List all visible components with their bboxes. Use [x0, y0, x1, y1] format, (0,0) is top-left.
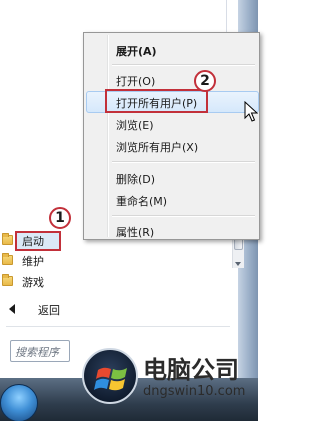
- folder-icon: [2, 274, 13, 286]
- menu-item-label: 删除(D): [116, 173, 156, 186]
- list-item-maintenance[interactable]: 维护: [0, 250, 230, 270]
- menu-item-properties[interactable]: 属性(R): [86, 220, 259, 242]
- back-label: 返回: [38, 304, 60, 317]
- menu-separator: [112, 161, 255, 162]
- menu-item-explore[interactable]: 浏览(E): [86, 113, 259, 135]
- list-item-games[interactable]: 游戏: [0, 271, 230, 291]
- menu-item-label: 浏览(E): [116, 119, 154, 132]
- watermark-title: 电脑公司: [143, 356, 239, 384]
- menu-separator: [112, 64, 255, 65]
- list-item-label: 启动: [22, 235, 44, 248]
- menu-separator: [112, 215, 255, 216]
- watermark-url: dngswin10.com: [143, 384, 246, 399]
- context-menu: 展开(A) 打开(O) 打开所有用户(P) 浏览(E) 浏览所有用户(X) 删除…: [83, 32, 260, 240]
- menu-item-rename[interactable]: 重命名(M): [86, 189, 259, 211]
- step-badge-1: 1: [49, 207, 71, 229]
- menu-item-label: 打开(O): [116, 75, 156, 88]
- scroll-down-arrow-icon[interactable]: [235, 262, 241, 266]
- folder-icon: [2, 233, 13, 245]
- menu-item-open[interactable]: 打开(O): [86, 69, 259, 91]
- windows-start-orb-icon[interactable]: [0, 384, 38, 421]
- menu-item-label: 展开(A): [116, 45, 157, 58]
- menu-item-label: 浏览所有用户(X): [116, 141, 199, 154]
- step-badge-2: 2: [194, 70, 216, 92]
- menu-item-explore-all-users[interactable]: 浏览所有用户(X): [86, 135, 259, 157]
- menu-item-expand[interactable]: 展开(A): [86, 39, 259, 61]
- search-input[interactable]: 搜索程序: [10, 340, 70, 362]
- windows-flag-logo: [82, 348, 138, 404]
- menu-item-label: 重命名(M): [116, 195, 168, 208]
- divider: [6, 326, 230, 327]
- folder-icon: [2, 253, 13, 265]
- list-item-label: 游戏: [22, 276, 44, 289]
- back-button[interactable]: 返回: [0, 298, 230, 320]
- list-item-label: 维护: [22, 255, 44, 268]
- menu-item-delete[interactable]: 删除(D): [86, 167, 259, 189]
- back-arrow-icon: [9, 304, 15, 314]
- menu-item-label: 属性(R): [116, 226, 155, 239]
- mouse-cursor-icon: [244, 101, 258, 122]
- annotation-box: [105, 89, 208, 113]
